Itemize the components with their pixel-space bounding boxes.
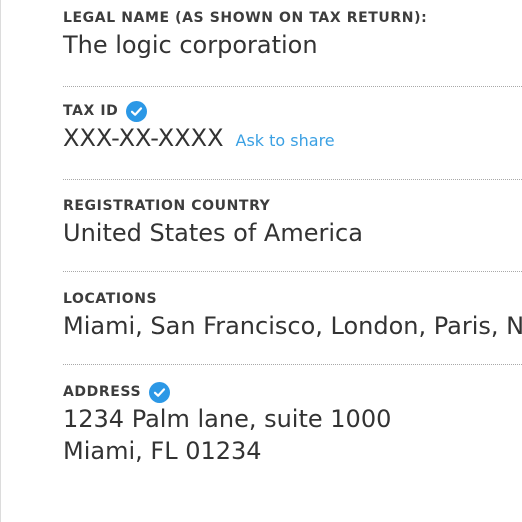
field-legal-name: LEGAL NAME (AS SHOWN ON TAX RETURN): The… (63, 7, 522, 61)
tax-id-label: TAX ID (63, 103, 119, 119)
divider (63, 179, 522, 180)
tax-id-value: XXX-XX-XXXX (63, 124, 224, 152)
tax-id-value-row: XXX-XX-XXXX Ask to share (63, 122, 522, 154)
field-address: ADDRESS 1234 Palm lane, suite 1000 Miami… (63, 381, 522, 467)
locations-value: Miami, San Francisco, London, Paris, N (63, 312, 522, 340)
field-tax-id: TAX ID XXX-XX-XXXX Ask to share (63, 100, 522, 154)
ask-to-share-link[interactable]: Ask to share (236, 131, 335, 150)
panel-left-border (0, 0, 1, 522)
address-line-2: Miami, FL 01234 (63, 437, 262, 465)
address-label: ADDRESS (63, 384, 142, 400)
registration-country-label: REGISTRATION COUNTRY (63, 198, 271, 214)
legal-name-label: LEGAL NAME (AS SHOWN ON TAX RETURN): (63, 10, 428, 26)
divider (63, 86, 522, 87)
locations-label-row: LOCATIONS (63, 288, 522, 310)
locations-label: LOCATIONS (63, 291, 158, 307)
address-line-1: 1234 Palm lane, suite 1000 (63, 405, 392, 433)
registration-country-label-row: REGISTRATION COUNTRY (63, 195, 522, 217)
address-label-row: ADDRESS (63, 381, 522, 403)
legal-name-value: The logic corporation (63, 31, 318, 59)
verified-check-icon (149, 381, 171, 403)
verified-check-icon (126, 100, 148, 122)
divider (63, 271, 522, 272)
field-registration-country: REGISTRATION COUNTRY United States of Am… (63, 195, 522, 249)
field-locations: LOCATIONS Miami, San Francisco, London, … (63, 288, 522, 342)
registration-country-value: United States of America (63, 219, 363, 247)
legal-name-label-row: LEGAL NAME (AS SHOWN ON TAX RETURN): (63, 7, 522, 29)
tax-id-label-row: TAX ID (63, 100, 522, 122)
divider (63, 364, 522, 365)
